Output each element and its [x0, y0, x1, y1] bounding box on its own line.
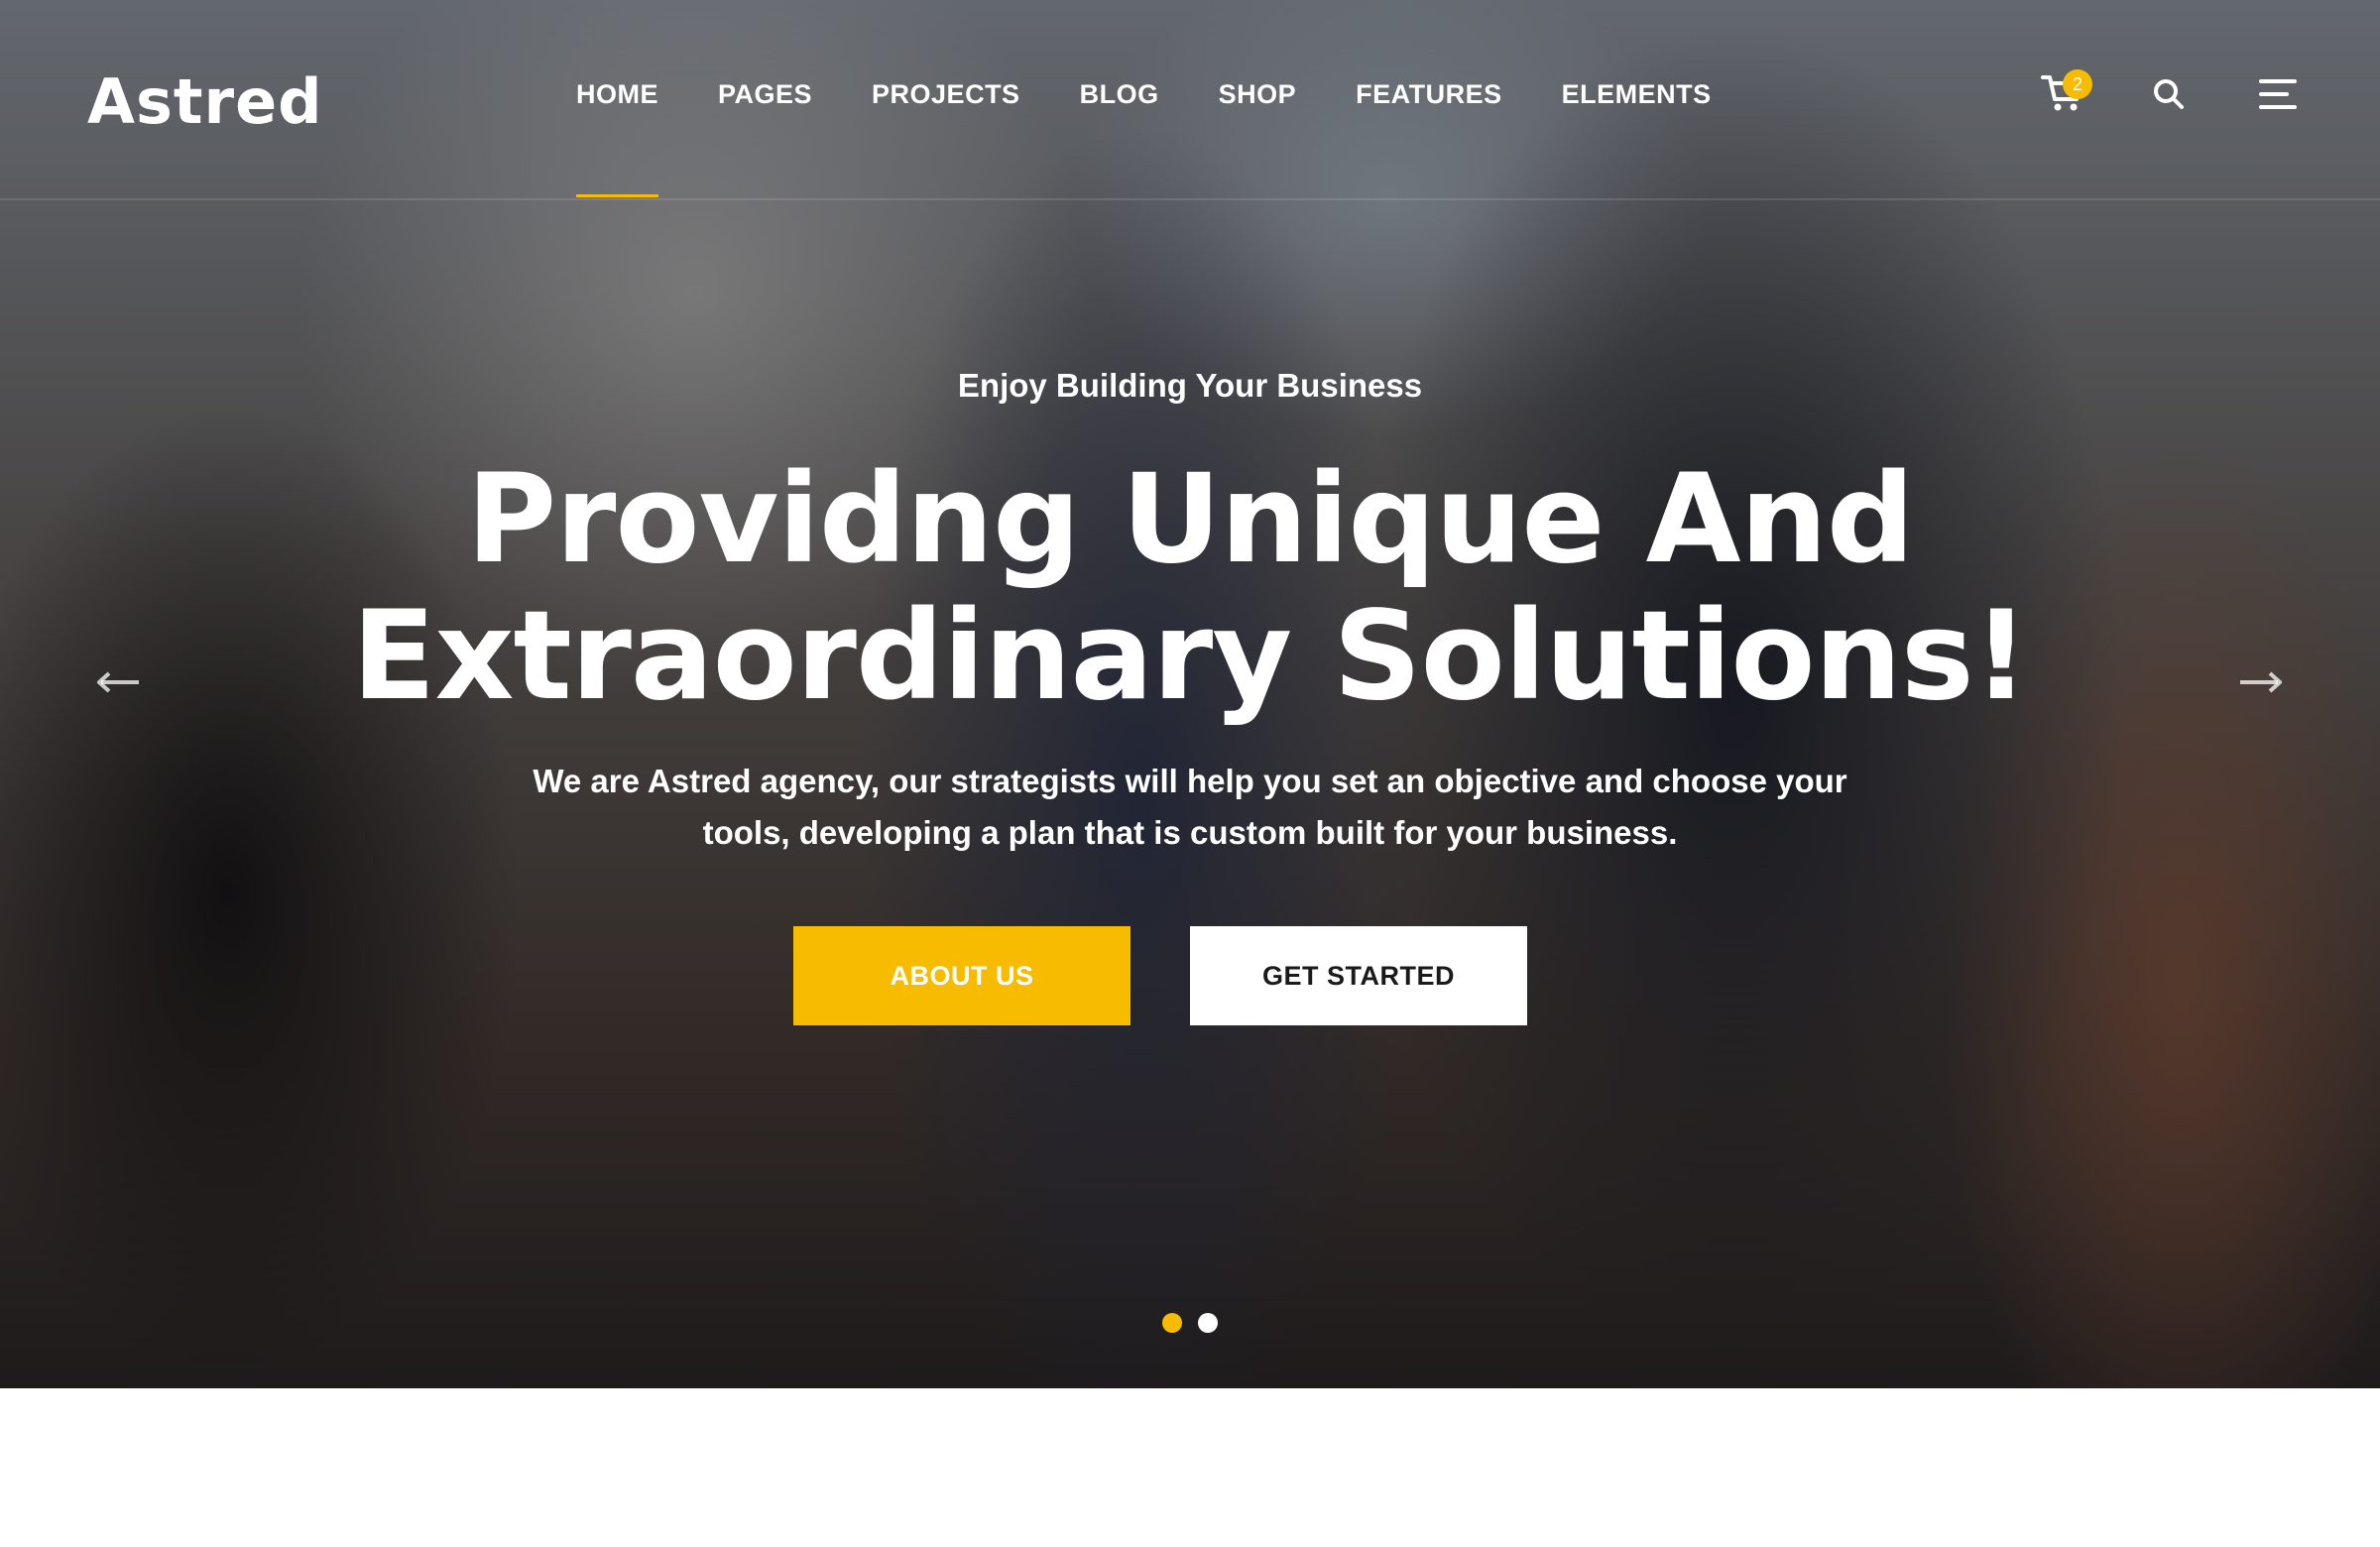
nav-item-home[interactable]: HOME	[576, 79, 658, 198]
site-header: Astred HOME PAGES PROJECTS BLOG SHOP FEA…	[0, 0, 2380, 200]
nav-item-elements[interactable]: ELEMENTS	[1562, 79, 1712, 198]
hero-description-line-2: tools, developing a plan that is custom …	[702, 814, 1678, 851]
hero-headline: Providng Unique And Extraordinary Soluti…	[198, 451, 2182, 725]
hero-description: We are Astred agency, our strategists wi…	[516, 756, 1864, 859]
hero-headline-line-1: Providng Unique And	[466, 448, 1914, 591]
slider-dot-2[interactable]	[1198, 1313, 1218, 1333]
hero-description-line-1: We are Astred agency, our strategists wi…	[533, 763, 1847, 799]
hero-headline-line-2: Extraordinary Solutions!	[351, 585, 2029, 728]
nav-item-blog[interactable]: BLOG	[1080, 79, 1159, 198]
slider-dot-1[interactable]	[1162, 1313, 1182, 1333]
nav-item-shop[interactable]: SHOP	[1219, 79, 1297, 198]
slider-pagination	[1162, 1313, 1218, 1333]
about-us-button[interactable]: ABOUT US	[793, 926, 1130, 1025]
nav-item-features[interactable]: FEATURES	[1356, 79, 1502, 198]
hero-eyebrow: Enjoy Building Your Business	[957, 367, 1423, 404]
arrow-left-icon[interactable]	[95, 670, 141, 694]
nav-item-pages[interactable]: PAGES	[718, 79, 812, 198]
hamburger-menu-icon[interactable]	[2259, 79, 2297, 109]
site-logo[interactable]: Astred	[87, 65, 323, 138]
cart-count-badge: 2	[2063, 69, 2092, 99]
search-icon[interactable]	[2152, 77, 2186, 111]
hero-slider: Astred HOME PAGES PROJECTS BLOG SHOP FEA…	[0, 0, 2380, 1388]
main-nav: HOME PAGES PROJECTS BLOG SHOP FEATURES E…	[576, 79, 1712, 198]
get-started-button[interactable]: GET STARTED	[1190, 926, 1527, 1025]
nav-item-projects[interactable]: PROJECTS	[872, 79, 1020, 198]
arrow-right-icon[interactable]	[2238, 670, 2284, 694]
